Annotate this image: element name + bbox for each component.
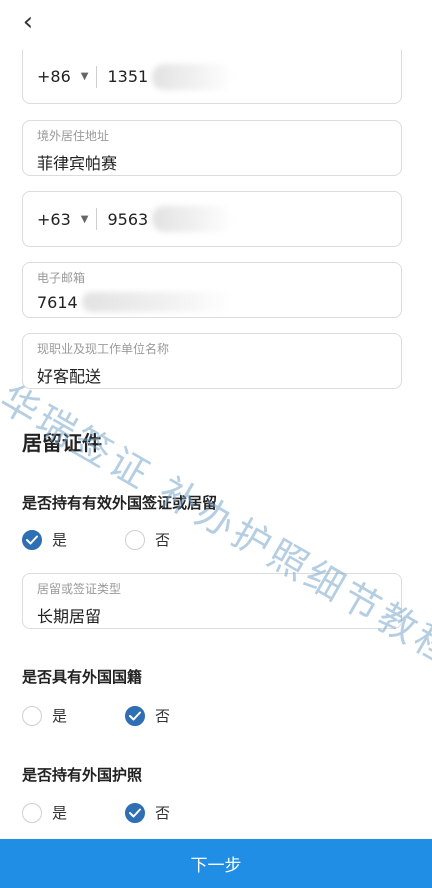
chevron-left-icon: ‹ xyxy=(22,7,34,37)
back-button[interactable]: ‹ xyxy=(14,8,42,36)
redaction-blur xyxy=(152,63,233,90)
caret-down-icon[interactable]: ▼ xyxy=(81,71,89,82)
redaction-blur xyxy=(152,206,233,232)
field-label: 现职业及现工作单位名称 xyxy=(37,342,170,356)
country-code[interactable]: +63 xyxy=(37,210,71,229)
divider xyxy=(96,208,98,230)
question-foreign-passport: 是否持有外国护照 xyxy=(22,766,143,784)
field-label: 电子邮箱 xyxy=(37,271,86,285)
next-step-label: 下一步 xyxy=(190,856,242,876)
radio-label: 否 xyxy=(155,531,171,549)
radio-checked-icon[interactable] xyxy=(125,802,145,823)
next-step-button[interactable]: 下一步 xyxy=(0,839,432,888)
radio-passport-yes[interactable]: 是 xyxy=(22,802,67,823)
divider xyxy=(96,65,98,88)
radio-label: 否 xyxy=(155,804,171,822)
radio-passport-no[interactable]: 否 xyxy=(125,802,170,823)
phone-number: 1351 xyxy=(107,67,149,86)
field-label: 居留或签证类型 xyxy=(37,582,122,596)
field-value: 7614 xyxy=(37,292,232,312)
email-value: 7614 xyxy=(37,292,78,312)
phone-ph-field[interactable]: +63 ▼ 9563 xyxy=(22,191,402,247)
radio-unchecked-icon[interactable] xyxy=(22,705,42,726)
phone-number: 9563 xyxy=(107,209,149,229)
country-code[interactable]: +86 xyxy=(37,67,71,86)
radio-label: 是 xyxy=(52,707,68,725)
radio-visa-yes[interactable]: 是 xyxy=(22,529,67,550)
field-label: 境外居住地址 xyxy=(37,129,110,143)
radio-label: 否 xyxy=(155,707,171,725)
field-value: 菲律宾帕赛 xyxy=(37,154,118,173)
radio-nationality-no[interactable]: 否 xyxy=(125,705,170,726)
field-value: 好客配送 xyxy=(37,367,102,386)
phone-cn-field[interactable]: +86 ▼ 1351 xyxy=(22,50,402,104)
occupation-field[interactable]: 现职业及现工作单位名称 好客配送 xyxy=(22,333,402,389)
caret-down-icon[interactable]: ▼ xyxy=(81,214,89,225)
radio-visa-no[interactable]: 否 xyxy=(125,529,170,550)
redaction-blur xyxy=(81,292,232,312)
radio-unchecked-icon[interactable] xyxy=(125,529,145,550)
visa-type-field[interactable]: 居留或签证类型 长期居留 xyxy=(22,573,402,629)
radio-checked-icon[interactable] xyxy=(125,705,145,726)
radio-label: 是 xyxy=(52,531,68,549)
radio-unchecked-icon[interactable] xyxy=(22,802,42,823)
overseas-address-field[interactable]: 境外居住地址 菲律宾帕赛 xyxy=(22,120,402,176)
radio-checked-icon[interactable] xyxy=(22,529,42,550)
question-foreign-nationality: 是否具有外国国籍 xyxy=(22,668,143,686)
radio-nationality-yes[interactable]: 是 xyxy=(22,705,67,726)
field-value: 长期居留 xyxy=(37,607,102,626)
radio-label: 是 xyxy=(52,804,68,822)
question-valid-visa: 是否持有有效外国签证或居留 xyxy=(22,494,218,512)
email-field[interactable]: 电子邮箱 7614 xyxy=(22,262,402,318)
section-title: 居留证件 xyxy=(22,431,102,455)
